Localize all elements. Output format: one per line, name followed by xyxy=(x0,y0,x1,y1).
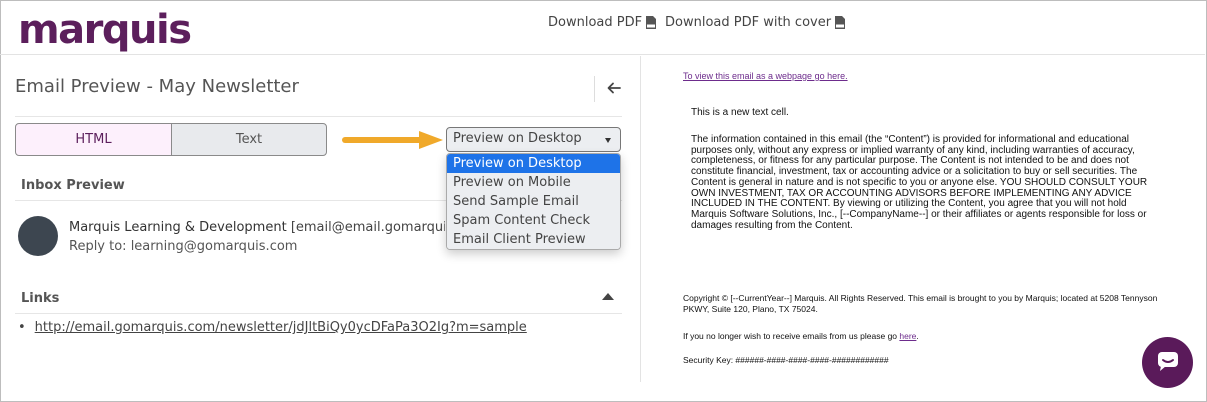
email-preview-pane: To view this email as a webpage go here.… xyxy=(642,56,1205,382)
panel-title: Email Preview - May Newsletter xyxy=(15,76,299,97)
option-preview-desktop[interactable]: Preview on Desktop xyxy=(447,154,620,173)
pdf-file-icon xyxy=(646,16,657,29)
title-rule xyxy=(15,116,622,117)
download-pdf-with-cover-button[interactable]: Download PDF with cover xyxy=(665,15,846,30)
bullet-icon: • xyxy=(18,320,26,335)
unsubscribe-prefix: If you no longer wish to receive emails … xyxy=(683,331,900,341)
email-cell-text: This is a new text cell. xyxy=(691,107,789,118)
chat-button[interactable] xyxy=(1142,337,1193,388)
preview-mode-select[interactable]: Preview on Desktop xyxy=(446,127,621,152)
chat-bubble-icon xyxy=(1156,349,1180,377)
download-pdf-cover-label: Download PDF with cover xyxy=(665,15,832,30)
sender-email: [email@email.gomarquis.com xyxy=(290,220,445,235)
preview-mode-selected: Preview on Desktop xyxy=(453,131,582,146)
marquis-logo[interactable]: marquis xyxy=(18,6,192,54)
email-copyright: Copyright © [--CurrentYear--] Marquis. A… xyxy=(683,293,1158,314)
sender-line: Marquis Learning & Development [email@em… xyxy=(69,220,445,235)
list-item: • http://email.gomarquis.com/newsletter/… xyxy=(18,320,527,335)
download-pdf-button[interactable]: Download PDF xyxy=(548,15,657,30)
arrow-left-icon[interactable] xyxy=(604,78,624,98)
option-email-client-preview[interactable]: Email Client Preview xyxy=(447,230,620,249)
top-bar: marquis Download PDF Download PDF with c… xyxy=(0,0,1205,55)
sender-name: Marquis Learning & Development xyxy=(69,220,287,235)
preview-settings-panel: Email Preview - May Newsletter HTML Text… xyxy=(0,56,641,382)
links-label: Links xyxy=(21,291,60,306)
links-rule xyxy=(15,313,622,314)
preview-mode-dropdown: Preview on Desktop Preview on Mobile Sen… xyxy=(446,153,621,250)
reply-to: Reply to: learning@gomarquis.com xyxy=(69,239,298,254)
unsubscribe-line: If you no longer wish to receive emails … xyxy=(683,331,919,341)
inbox-preview-label: Inbox Preview xyxy=(21,178,125,193)
option-spam-content-check[interactable]: Spam Content Check xyxy=(447,211,620,230)
email-disclaimer: The information contained in this email … xyxy=(691,134,1148,231)
collapse-caret-up-icon[interactable] xyxy=(602,293,614,300)
option-send-sample-email[interactable]: Send Sample Email xyxy=(447,192,620,211)
caret-down-icon xyxy=(605,138,611,143)
pdf-file-icon xyxy=(835,16,846,29)
view-as-webpage-link[interactable]: To view this email as a webpage go here. xyxy=(683,71,848,81)
security-key: Security Key: ######-####-####-####-####… xyxy=(683,355,889,365)
download-pdf-label: Download PDF xyxy=(548,15,643,30)
tab-html[interactable]: HTML xyxy=(15,123,172,156)
unsubscribe-link[interactable]: here xyxy=(899,331,916,341)
option-preview-mobile[interactable]: Preview on Mobile xyxy=(447,173,620,192)
unsubscribe-suffix: . xyxy=(916,331,919,341)
title-divider xyxy=(594,76,595,102)
tab-text[interactable]: Text xyxy=(171,123,327,156)
newsletter-link[interactable]: http://email.gomarquis.com/newsletter/jd… xyxy=(35,320,527,335)
callout-arrow-icon xyxy=(341,130,445,150)
avatar xyxy=(18,216,58,256)
